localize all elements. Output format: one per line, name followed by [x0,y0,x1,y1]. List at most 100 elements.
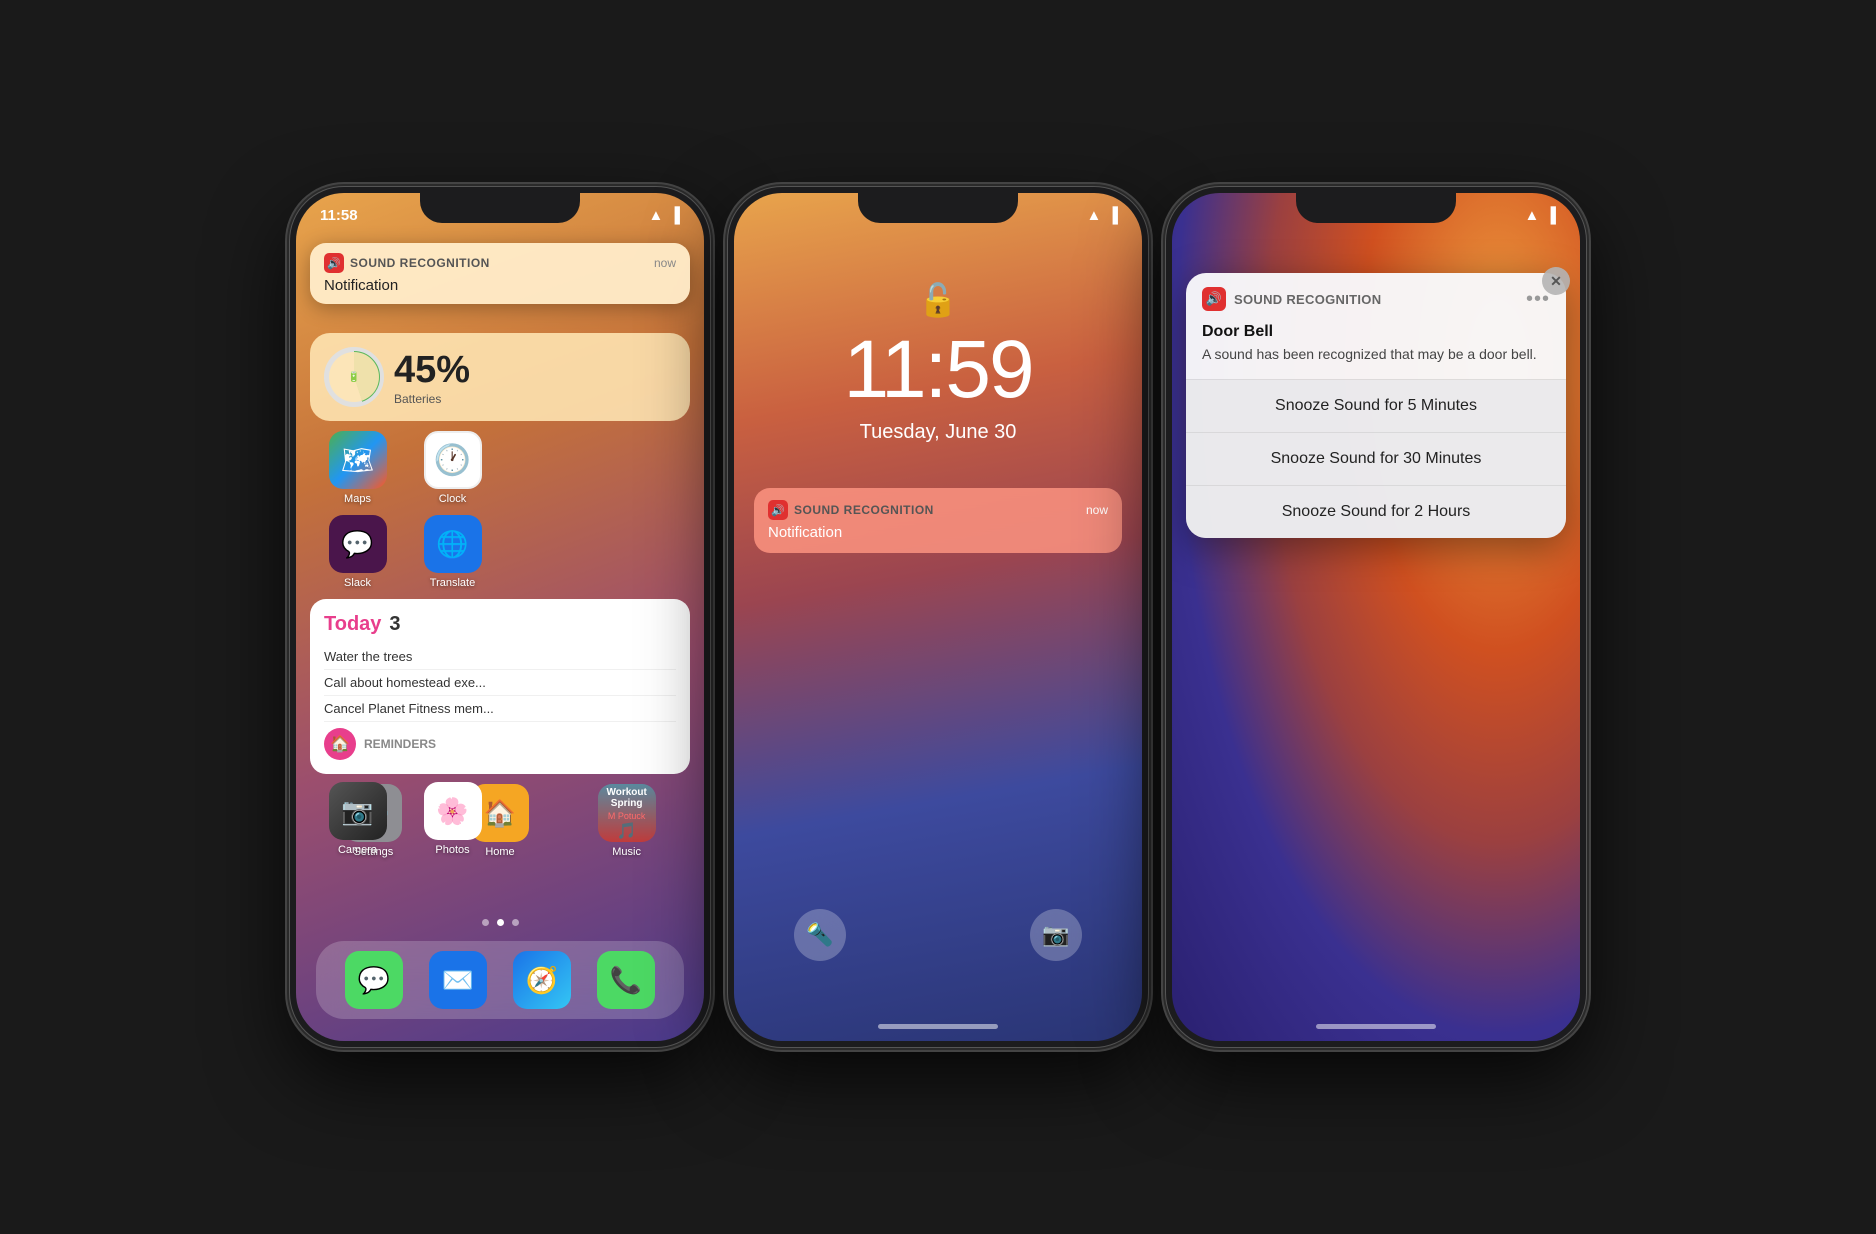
app-row-2: 💬 Slack 🌐 Translate [310,515,690,589]
app-label-clock: Clock [439,493,467,505]
app-item-slack[interactable]: 💬 Slack [322,515,394,589]
snooze-2-hours-button[interactable]: Snooze Sound for 2 Hours [1186,486,1566,538]
battery-icon-phone3: ▐ [1545,207,1556,224]
app-row-4: 📷 Camera 🌸 Photos [310,782,690,856]
notif-banner-header: 🔊 SOUND RECOGNITION now [324,253,676,273]
reminders-section-label: Reminders [364,737,436,751]
reminders-widget[interactable]: Today 3 Water the trees Call about homes… [310,599,690,774]
notch-phone3 [1296,193,1456,223]
page-dots [296,919,704,926]
close-notification-button[interactable]: ✕ [1542,267,1570,295]
phone2: ▲ ▐ 🔓 11:59 Tuesday, June 30 🔊 SOUND REC… [728,187,1148,1047]
safari-icon: 🧭 [513,951,571,1009]
lock-bottom-buttons: 🔦 📷 [734,909,1142,961]
notif-card-body: Door Bell A sound has been recognized th… [1186,321,1566,379]
battery-icon-phone2: ▐ [1107,207,1118,224]
notch [420,193,580,223]
app-item-camera[interactable]: 📷 Camera [322,782,394,856]
photos-icon: 🌸 [424,782,482,840]
app-row-bottom: 📷 Camera 🌸 Photos [310,782,690,866]
slack-icon: 💬 [329,515,387,573]
camera-lock-button[interactable]: 📷 [1030,909,1082,961]
lock-notif-app-row: 🔊 SOUND RECOGNITION [768,500,934,520]
battery-label: Batteries [394,392,470,406]
notif-card-app-row: 🔊 SOUND RECOGNITION [1202,287,1381,311]
notif-app-row: 🔊 SOUND RECOGNITION [324,253,490,273]
dock: 💬 ✉️ 🧭 📞 [316,941,684,1019]
app-label-photos: Photos [435,844,469,856]
reminder-item-3: Cancel Planet Fitness mem... [324,696,676,722]
maps-icon: 🗺 [329,431,387,489]
battery-info: 45% Batteries [394,349,470,406]
dock-phone[interactable]: 📞 [590,951,662,1009]
reminder-item-1: Water the trees [324,644,676,670]
page-dot-1 [482,919,489,926]
battery-icon: ▐ [669,207,680,224]
lock-notif-app-name: SOUND RECOGNITION [794,503,934,517]
lock-icon: 🔓 [918,281,958,319]
battery-inner: 🔋 [329,352,379,402]
dock-messages[interactable]: 💬 [338,951,410,1009]
lock-notif-time: now [1086,503,1108,517]
notif-title-phone1: Notification [324,277,676,294]
notif-time: now [654,256,676,270]
phone3: ▲ ▐ ✕ 🔊 SOUND RECOGNITION ••• Door Bell … [1166,187,1586,1047]
lock-notif-title: Notification [768,524,1108,541]
snooze-options-container: Snooze Sound for 5 Minutes Snooze Sound … [1186,379,1566,538]
notif-app-name: SOUND RECOGNITION [350,256,490,270]
clock-icon: 🕐 [424,431,482,489]
sound-recognition-icon: 🔊 [324,253,344,273]
battery-circle: 🔋 [324,347,384,407]
snooze-5-minutes-button[interactable]: Snooze Sound for 5 Minutes [1186,380,1566,433]
dock-mail[interactable]: ✉️ [422,951,494,1009]
reminders-count: 3 [389,613,400,636]
lock-date: Tuesday, June 30 [734,421,1142,444]
notification-detail-card: 🔊 SOUND RECOGNITION ••• Door Bell A soun… [1186,273,1566,538]
phone1: 11:58 ▲ ▐ 🔊 SOUND RECOGNITION now Notifi… [290,187,710,1047]
app-label-camera: Camera [338,844,377,856]
reminders-home-icon: 🏠 [324,728,356,760]
app-label-maps: Maps [344,493,371,505]
status-time-phone1: 11:58 [320,207,358,224]
app-item-maps[interactable]: 🗺 Maps [322,431,394,505]
lock-time: 11:59 [734,323,1142,417]
camera-icon: 📷 [329,782,387,840]
snooze-30-minutes-button[interactable]: Snooze Sound for 30 Minutes [1186,433,1566,486]
notif-card-header: 🔊 SOUND RECOGNITION ••• [1186,273,1566,321]
status-icons-phone2: ▲ ▐ [1087,207,1119,224]
app-item-clock[interactable]: 🕐 Clock [417,431,489,505]
home-indicator-phone2 [878,1024,998,1029]
page-dot-3 [512,919,519,926]
reminders-today-label: Today [324,613,381,636]
lock-notif-header: 🔊 SOUND RECOGNITION now [768,500,1108,520]
notification-banner-phone1[interactable]: 🔊 SOUND RECOGNITION now Notification [310,243,690,304]
translate-icon: 🌐 [424,515,482,573]
notif-card-app-icon: 🔊 [1202,287,1226,311]
lock-sound-recognition-icon: 🔊 [768,500,788,520]
wifi-icon: ▲ [649,207,664,224]
wifi-icon-phone3: ▲ [1525,207,1540,224]
messages-icon: 💬 [345,951,403,1009]
page-dot-2 [497,919,504,926]
app-item-photos[interactable]: 🌸 Photos [417,782,489,856]
phone-call-icon: 📞 [597,951,655,1009]
status-icons-phone1: ▲ ▐ [649,207,681,224]
notif-card-appname: SOUND RECOGNITION [1234,292,1381,307]
notif-card-description: A sound has been recognized that may be … [1202,345,1550,365]
lock-notification[interactable]: 🔊 SOUND RECOGNITION now Notification [754,488,1122,553]
wifi-icon-phone2: ▲ [1087,207,1102,224]
notif-card-title: Door Bell [1202,323,1550,341]
app-label-slack: Slack [344,577,371,589]
flashlight-button[interactable]: 🔦 [794,909,846,961]
app-item-translate[interactable]: 🌐 Translate [417,515,489,589]
reminders-icon-row: 🏠 Reminders [324,728,676,760]
app-row-1: 🗺 Maps 🕐 Clock [310,431,690,505]
battery-widget[interactable]: 🔋 45% Batteries [310,333,690,421]
app-label-translate: Translate [430,577,475,589]
reminder-item-2: Call about homestead exe... [324,670,676,696]
battery-percent: 45% [394,349,470,392]
mail-icon: ✉️ [429,951,487,1009]
dock-safari[interactable]: 🧭 [506,951,578,1009]
notch-phone2 [858,193,1018,223]
status-icons-phone3: ▲ ▐ [1525,207,1557,224]
